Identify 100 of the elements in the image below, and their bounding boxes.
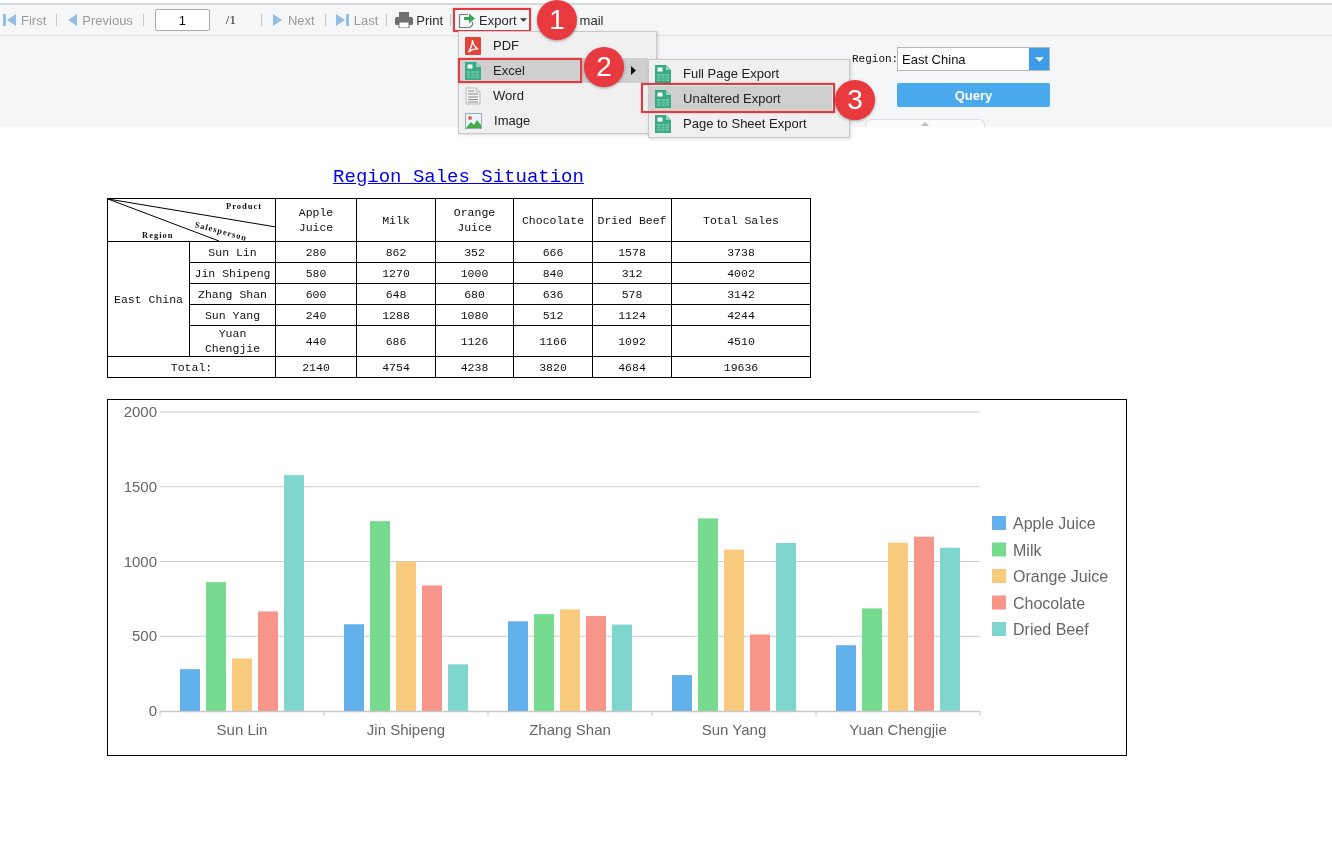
- caret-up-icon: [921, 121, 929, 126]
- table-cell: 4510: [671, 325, 811, 357]
- table-cell: 3738: [671, 241, 811, 263]
- table-cell: 1080: [435, 304, 514, 326]
- table-cell: 1288: [356, 304, 436, 326]
- toolbar-button[interactable]: Print: [395, 10, 444, 30]
- submenu-item[interactable]: Full Page Export: [649, 61, 786, 86]
- first-page-icon: [3, 13, 16, 27]
- table-cell: East China: [107, 241, 190, 357]
- spreadsheet-file-icon: [655, 114, 672, 133]
- menu-item[interactable]: Image: [459, 108, 537, 133]
- chart-bar: [180, 669, 200, 711]
- caret-down-icon: [1034, 56, 1044, 62]
- table-cell: 686: [356, 325, 436, 357]
- last-page-icon: [335, 13, 349, 27]
- axis-label: 1500: [123, 477, 157, 495]
- step-callout: 2: [584, 47, 625, 87]
- legend-label: Dried Beef: [1013, 621, 1089, 638]
- column-header: Orange Juice: [435, 198, 514, 242]
- table-cell: 600: [275, 283, 357, 305]
- table-cell: 280: [275, 241, 357, 263]
- axis-label: Jin Shipeng: [366, 721, 446, 738]
- table-cell: 240: [275, 304, 357, 326]
- table-cell: 1578: [592, 241, 672, 263]
- table-cell: 648: [356, 283, 436, 305]
- next-page-icon: [273, 13, 283, 27]
- table-cell: Sun Yang: [189, 304, 276, 326]
- table-cell: 1000: [435, 262, 514, 284]
- page-total: /1: [225, 12, 236, 28]
- region-select[interactable]: East China: [897, 47, 1050, 71]
- column-header: Apple Juice: [275, 198, 357, 242]
- column-header: Total Sales: [671, 198, 811, 242]
- dropdown-toggle[interactable]: [1029, 48, 1049, 70]
- axis-label: Sun Lin: [216, 721, 268, 738]
- column-header: Dried Beef: [592, 198, 672, 242]
- table-cell: Zhang Shan: [189, 283, 276, 305]
- table-cell: 578: [592, 283, 672, 305]
- axis-label: Sun Yang: [701, 721, 767, 738]
- legend-label: Milk: [1013, 541, 1042, 559]
- table-cell: 580: [275, 262, 357, 284]
- submenu-arrow-icon: [631, 66, 637, 75]
- axis-label: 0: [148, 702, 157, 719]
- chart-bar: [672, 675, 692, 711]
- caret-down-icon: [519, 18, 527, 22]
- table-cell: 680: [435, 283, 514, 305]
- chart-bar: [232, 658, 252, 711]
- axis-label: 2000: [123, 403, 157, 420]
- page-number-input[interactable]: 1: [154, 9, 210, 31]
- spreadsheet-file-icon: [465, 61, 482, 80]
- table-cell: 1126: [435, 325, 514, 357]
- axis-label: 1000: [123, 552, 157, 570]
- table-cell: 1270: [356, 262, 436, 284]
- table-cell: 4244: [671, 304, 811, 326]
- export-icon: [458, 11, 477, 29]
- table-cell: 1092: [592, 325, 672, 357]
- table-cell: 512: [513, 304, 593, 326]
- spreadsheet-file-icon: [655, 89, 672, 108]
- submenu-item[interactable]: Page to Sheet Export: [649, 111, 813, 136]
- submenu-item[interactable]: Unaltered Export: [649, 86, 833, 111]
- table-cell: 666: [513, 241, 593, 263]
- toolbar-button[interactable]: mail: [579, 10, 604, 30]
- axis-label: 500: [131, 627, 157, 645]
- chart-bar: [836, 645, 856, 711]
- table-cell: 3142: [671, 283, 811, 305]
- table-cell: Total:: [107, 356, 276, 378]
- collapse-handle[interactable]: [865, 119, 985, 127]
- printer-icon: [395, 12, 414, 28]
- table-cell: Sun Lin: [189, 241, 276, 263]
- table-cell: 4754: [356, 356, 436, 378]
- table-cell: 440: [275, 325, 357, 357]
- corner-label: Region: [142, 230, 174, 240]
- table-cell: 4238: [435, 356, 514, 378]
- table-cell: 862: [356, 241, 436, 263]
- table-cell: 312: [592, 262, 672, 284]
- table-cell: 1124: [592, 304, 672, 326]
- column-header: Milk: [356, 198, 436, 242]
- export-menu-button[interactable]: Export: [458, 10, 527, 30]
- menu-item[interactable]: PDF: [459, 33, 526, 58]
- document-icon: [465, 86, 482, 105]
- table-cell: 3820: [513, 356, 593, 378]
- table-cell: 1166: [513, 325, 593, 357]
- pdf-file-icon: [465, 36, 482, 55]
- column-header: Chocolate: [513, 198, 593, 242]
- table-cell: 4002: [671, 262, 811, 284]
- report-title-link[interactable]: Region Sales Situation: [333, 166, 584, 188]
- chart-bar: [448, 664, 468, 711]
- table-cell: 636: [513, 283, 593, 305]
- table-cell: 2140: [275, 356, 357, 378]
- step-callout: 1: [537, 0, 578, 40]
- table-cell: 352: [435, 241, 514, 263]
- axis-label: Yuan Chengjie: [849, 721, 947, 738]
- step-callout: 3: [835, 80, 876, 120]
- table-cell: Yuan Chengjie: [189, 325, 276, 357]
- spreadsheet-file-icon: [655, 64, 672, 83]
- axis-label: Zhang Shan: [529, 721, 611, 738]
- table-cell: 19636: [671, 356, 811, 378]
- previous-page-icon: [67, 13, 78, 27]
- menu-item[interactable]: Word: [459, 83, 530, 108]
- table-cell: Jin Shipeng: [189, 262, 276, 284]
- table-cell: 840: [513, 262, 593, 284]
